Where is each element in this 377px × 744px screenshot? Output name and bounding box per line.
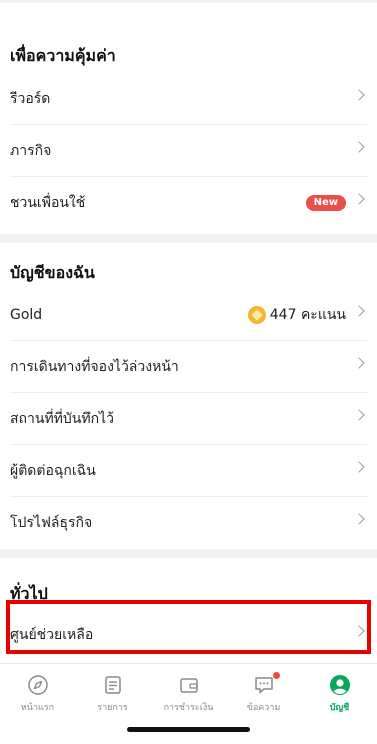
notification-dot	[273, 672, 280, 679]
menu-item-rewards[interactable]: รีวอร์ด	[0, 73, 377, 125]
section-my-account: บัญชีของฉัน Gold 447 คะแนน การเดินทางที่…	[0, 243, 377, 549]
menu-item-label: ผู้ติดต่อฉุกเฉิน	[10, 463, 96, 479]
account-content: เพื่อความคุ้มค่า รีวอร์ด ภารกิจ ชวนเพื่อ…	[0, 0, 377, 663]
menu-item-label: สถานที่ที่บันทึกไว้	[10, 411, 114, 427]
gold-points-value: 447 คะแนน	[269, 307, 346, 323]
nav-tab-account[interactable]: บัญชี	[302, 674, 377, 718]
list-icon	[104, 676, 121, 694]
chevron-right-icon	[353, 461, 365, 473]
wallet-icon	[179, 678, 198, 693]
nav-tab-messages[interactable]: ข้อความ	[226, 672, 301, 718]
menu-item-gold[interactable]: Gold 447 คะแนน	[0, 289, 377, 341]
menu-item-missions[interactable]: ภารกิจ	[0, 125, 377, 177]
section-title-value: เพื่อความคุ้มค่า	[10, 46, 116, 65]
help-center-highlight-box	[6, 600, 371, 654]
menu-item-label: การเดินทางที่จองไว้ล่วงหน้า	[10, 359, 179, 375]
section-title-my-account: บัญชีของฉัน	[10, 263, 95, 282]
new-badge: New	[305, 195, 346, 211]
gold-coin-icon	[247, 306, 266, 324]
nav-label: หน้าแรก	[20, 703, 55, 713]
menu-item-emergency-contacts[interactable]: ผู้ติดต่อฉุกเฉิน	[0, 445, 377, 497]
nav-label: การชำระเงิน	[163, 703, 214, 713]
nav-label: บัญชี	[329, 703, 350, 713]
menu-item-saved-places[interactable]: สถานที่ที่บันทึกไว้	[0, 393, 377, 445]
section-value: เพื่อความคุ้มค่า รีวอร์ด ภารกิจ ชวนเพื่อ…	[0, 3, 377, 234]
chevron-right-icon	[353, 89, 365, 101]
menu-item-invite-friends[interactable]: ชวนเพื่อนใช้ New	[0, 177, 377, 229]
menu-item-label: Gold	[10, 307, 43, 323]
menu-item-label: ภารกิจ	[10, 143, 52, 159]
menu-item-label: ชวนเพื่อนใช้	[10, 195, 86, 211]
menu-item-scheduled-trips[interactable]: การเดินทางที่จองไว้ล่วงหน้า	[0, 341, 377, 393]
menu-item-business-profile[interactable]: โปรไฟล์ธุรกิจ	[0, 497, 377, 549]
home-indicator	[127, 727, 250, 732]
nav-tab-payment[interactable]: การชำระเงิน	[151, 674, 226, 718]
compass-icon	[27, 675, 48, 695]
menu-item-label: โปรไฟล์ธุรกิจ	[10, 515, 93, 531]
chevron-right-icon	[353, 305, 365, 317]
chevron-right-icon	[353, 141, 365, 153]
nav-label: ข้อความ	[246, 703, 281, 713]
gold-points: 447 คะแนน	[247, 289, 346, 341]
nav-label: รายการ	[97, 703, 128, 713]
menu-item-label: รีวอร์ด	[10, 91, 51, 107]
chevron-right-icon	[353, 357, 365, 369]
chevron-right-icon	[353, 513, 365, 525]
chevron-right-icon	[353, 409, 365, 421]
account-icon	[329, 675, 350, 695]
nav-tab-home[interactable]: หน้าแรก	[0, 674, 75, 718]
chevron-right-icon	[353, 193, 365, 205]
chat-icon	[254, 677, 273, 694]
nav-tab-activity[interactable]: รายการ	[75, 674, 150, 718]
